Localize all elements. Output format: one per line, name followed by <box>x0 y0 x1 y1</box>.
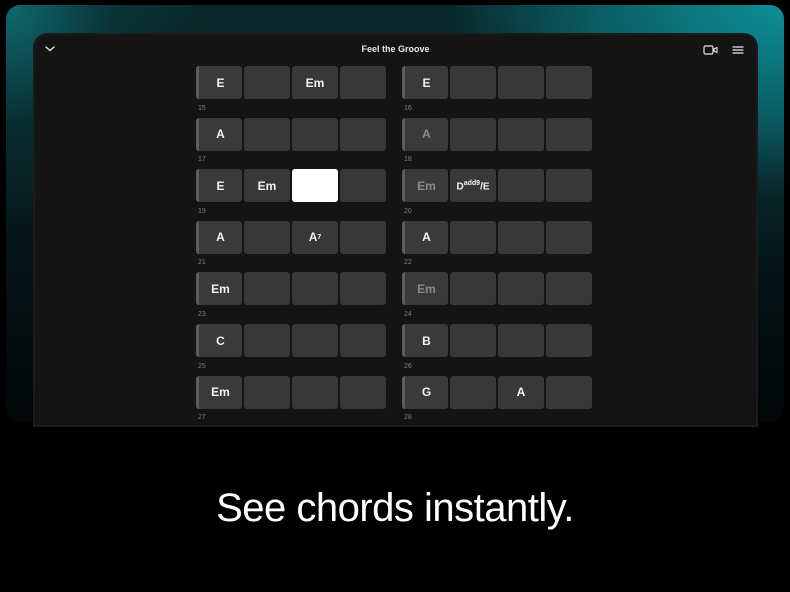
chord-cell[interactable]: Em <box>196 375 242 409</box>
chord-cell[interactable]: Em <box>402 169 448 203</box>
chord-cell[interactable] <box>340 324 386 357</box>
chord-cell[interactable] <box>244 324 290 357</box>
chord-cell[interactable]: Em <box>292 66 338 99</box>
chord-cell[interactable] <box>546 220 592 254</box>
chord-cell[interactable] <box>546 169 592 203</box>
chord-cell[interactable] <box>292 272 338 306</box>
chord-cell[interactable] <box>546 272 592 306</box>
chord-cell[interactable] <box>340 220 386 254</box>
chord-cell[interactable]: E <box>196 66 242 99</box>
chord-cell[interactable] <box>340 272 386 306</box>
chord-cell[interactable] <box>292 324 338 357</box>
bar-number: 27 <box>198 414 206 422</box>
chord-cell[interactable]: A <box>402 220 448 254</box>
chord-cell[interactable] <box>244 117 290 151</box>
chord-cell[interactable]: B <box>402 324 448 357</box>
chord-cell[interactable] <box>340 169 386 203</box>
app-screen: Feel the Groove E Em E 15 A 16 A 17 E Em 18 Em Dadd9… <box>35 35 756 425</box>
chord-cell[interactable]: A <box>402 117 448 151</box>
bar-number: 28 <box>404 414 412 422</box>
chord-cell[interactable] <box>244 220 290 254</box>
chord-cell[interactable] <box>546 324 592 357</box>
chord-cell[interactable] <box>292 117 338 151</box>
chord-cell[interactable] <box>450 375 496 409</box>
chord-cell[interactable] <box>498 117 544 151</box>
bar-number: 22 <box>404 259 412 267</box>
bar-number: 20 <box>404 207 412 215</box>
bar-number: 18 <box>404 156 412 164</box>
chord-cell[interactable] <box>244 272 290 306</box>
chord-cell[interactable]: Em <box>196 272 242 306</box>
chord-cell[interactable] <box>546 375 592 409</box>
chord-cell[interactable] <box>546 117 592 151</box>
chord-cell[interactable]: A <box>498 375 544 409</box>
bar-number: 21 <box>198 259 206 267</box>
chord-cell[interactable]: Em <box>402 272 448 306</box>
chord-cell[interactable]: Em <box>244 169 290 203</box>
chord-cell[interactable] <box>498 66 544 99</box>
chord-cell[interactable] <box>450 66 496 99</box>
chord-cell[interactable] <box>340 66 386 99</box>
chord-cell[interactable] <box>340 117 386 151</box>
chord-cell[interactable] <box>450 324 496 357</box>
chord-cell[interactable] <box>498 324 544 357</box>
chord-cell[interactable]: C <box>196 324 242 357</box>
chord-cell[interactable]: A <box>196 117 242 151</box>
chord-cell-active[interactable] <box>292 169 338 203</box>
chord-cell[interactable]: Dadd9/E <box>450 169 496 203</box>
chord-cell[interactable]: E <box>402 66 448 99</box>
bar-number: 17 <box>198 156 206 164</box>
bar-number: 16 <box>404 104 412 112</box>
chord-cell[interactable] <box>340 375 386 409</box>
bar-number: 15 <box>198 104 206 112</box>
chord-cell[interactable]: E <box>196 169 242 203</box>
chord-cell[interactable] <box>292 375 338 409</box>
bar-number: 23 <box>198 311 206 318</box>
bar-number: 25 <box>198 362 206 370</box>
chord-cell[interactable] <box>498 272 544 306</box>
bar-number: 24 <box>404 311 412 318</box>
menu-icon[interactable] <box>731 44 745 56</box>
video-camera-icon[interactable] <box>703 44 719 56</box>
chord-cell[interactable] <box>450 117 496 151</box>
chord-cell[interactable] <box>244 375 290 409</box>
tagline: See chords instantly. <box>216 486 574 530</box>
chord-cell[interactable] <box>546 66 592 99</box>
bar-number: 26 <box>404 362 412 370</box>
chord-cell[interactable] <box>244 66 290 99</box>
chord-cell[interactable]: A7 <box>292 220 338 254</box>
chord-cell[interactable] <box>498 169 544 203</box>
bar-number: 19 <box>198 207 206 215</box>
song-title: Feel the Groove <box>361 44 430 54</box>
chord-cell[interactable] <box>450 272 496 306</box>
chord-cell[interactable]: A <box>196 220 242 254</box>
chord-cell[interactable] <box>498 220 544 254</box>
top-bar: Feel the Groove <box>35 35 756 65</box>
chord-cell[interactable]: G <box>402 375 448 409</box>
chord-cell[interactable] <box>450 220 496 254</box>
